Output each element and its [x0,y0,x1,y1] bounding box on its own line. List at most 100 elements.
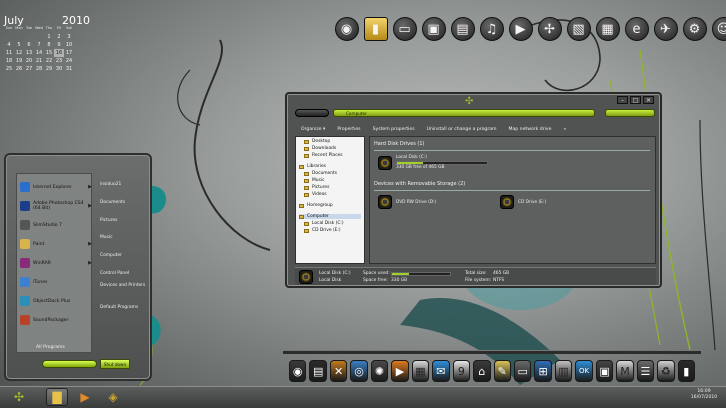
start-search-input[interactable] [42,360,97,368]
calendar-day[interactable]: 28 [34,65,44,73]
media-icon[interactable]: ▶ [391,360,409,382]
calendar-day[interactable]: 20 [24,57,34,65]
nav-item[interactable]: CD Drive (E:) [304,228,341,233]
toolbar-button[interactable]: System properties [373,127,415,132]
chart-icon[interactable]: ▥ [554,360,573,382]
start-menu-link[interactable]: insiduo21 [100,182,152,187]
nav-item[interactable]: Pictures [304,185,329,190]
start-menu-link[interactable]: Pictures [100,218,152,223]
computer-icon[interactable]: ▭ [391,14,418,44]
trash-icon[interactable]: ⌂ [473,360,491,382]
start-menu-link[interactable]: Default Programs [100,305,152,310]
calendar-day[interactable]: 21 [34,57,44,65]
contacts-icon[interactable]: ☺ [710,14,726,44]
nav-item[interactable]: Local Disk (C:) [304,221,344,226]
dvd-drive[interactable]: DVD RW Drive (D:) [378,195,436,209]
calculator-icon[interactable]: ▦ [594,14,621,44]
start-menu-link[interactable]: Music [100,235,152,240]
start-menu-program[interactable]: ObjectDock Plus [20,292,92,310]
start-menu-link[interactable]: Computer [100,253,152,258]
start-menu-program[interactable]: SoundPackager [20,311,92,329]
calendar-day[interactable]: 3 [64,33,74,41]
start-menu-link[interactable]: Documents [100,200,152,205]
documents-icon[interactable]: ▤ [449,14,476,44]
nav-item[interactable]: Documents [304,171,337,176]
start-menu-program[interactable]: Adobe Photoshop CS4 (64 Bit) ▶ [20,197,92,215]
start-menu-link[interactable]: Control Panel [100,271,152,276]
nav-item[interactable]: Recent Places [304,153,343,158]
shutdown-button[interactable]: Shut down [100,359,130,369]
taskbar-media-player-icon[interactable]: ▶ [74,388,96,406]
windows-icon[interactable]: ⊞ [534,360,552,382]
calendar-day[interactable]: 7 [34,41,44,49]
drive-icon[interactable]: ◉ [289,360,307,382]
calendar-day[interactable]: 29 [44,65,54,73]
system-clock[interactable]: 16:09 16/07/2010 [686,389,722,401]
calendar-day[interactable]: 1 [44,33,54,41]
tasks-icon[interactable]: ☰ [636,360,655,382]
network-icon[interactable]: ◎ [350,360,368,382]
calendar-day[interactable]: 16 [54,49,64,57]
paint-icon[interactable]: ✎ [493,360,511,382]
taskbar-explorer-icon[interactable]: ▇ [46,388,68,406]
start-menu-program[interactable]: Internet Explorer ▶ [20,178,92,196]
toolbar-button[interactable]: » [563,127,566,132]
calendar-day[interactable]: 10 [64,41,74,49]
hub-icon[interactable]: ✺ [370,360,389,382]
calendar-day[interactable]: 14 [34,49,44,57]
settings-icon[interactable]: ⚙ [681,14,708,44]
calendar-day[interactable]: 31 [64,65,74,73]
monitor-icon[interactable]: ▭ [513,360,532,382]
maximize-button[interactable]: □ [630,96,641,104]
calendar-day[interactable]: 12 [14,49,24,57]
start-menu-program[interactable]: WinRAR ▶ [20,254,92,272]
calendar-day[interactable]: 17 [64,49,74,57]
nav-item[interactable]: Music [304,178,325,183]
calendar-day[interactable]: 19 [14,57,24,65]
camera-folder-icon[interactable]: ▣ [420,14,447,44]
bird-icon[interactable]: ✈ [652,14,679,44]
calendar-day[interactable]: 11 [4,49,14,57]
start-menu-program[interactable]: SlimStudio 7 [20,216,92,234]
terminal-icon[interactable]: ▮ [677,360,696,382]
calendar-day[interactable]: 2 [54,33,64,41]
start-button[interactable]: ✣ [8,388,30,406]
nav-item[interactable]: Desktop [304,139,330,144]
search-input[interactable] [605,109,655,117]
calendar-day[interactable]: 6 [24,41,34,49]
toolbar-button[interactable]: Map network drive [509,127,552,132]
calendar-day[interactable]: 23 [54,57,64,65]
calendar-day[interactable]: 22 [44,57,54,65]
folder-icon[interactable]: ▮ [362,14,389,44]
minimize-button[interactable]: – [617,96,628,104]
recycle-icon[interactable]: ♻ [657,360,675,382]
tv-icon[interactable]: ▣ [595,360,614,382]
nav-item[interactable]: Computer [299,214,361,219]
ok-icon[interactable]: OK [575,360,593,382]
local-disk-drive[interactable]: Local Disk (C:) 330 GB free of 465 GB [378,155,488,170]
start-menu-link[interactable]: Devices and Printers [100,283,152,288]
video-icon[interactable]: ▶ [507,14,534,44]
film-icon[interactable]: ▤ [309,360,327,382]
mail-icon[interactable]: M [616,360,634,382]
address-bar[interactable]: Computer [333,109,595,117]
camera-icon[interactable]: ◉ [333,14,360,44]
picture-icon[interactable]: ▧ [565,14,592,44]
calendar-day[interactable]: 24 [64,57,74,65]
nav-item[interactable]: Videos [304,192,327,197]
calendar-day[interactable]: 30 [54,65,64,73]
nav-item[interactable]: Libraries [299,164,326,169]
nav-item[interactable]: Downloads [304,146,336,151]
calendar-day[interactable]: 15 [44,49,54,57]
calendar-day[interactable]: 4 [4,41,14,49]
calendar-day[interactable]: 18 [4,57,14,65]
back-forward-buttons[interactable] [295,109,329,117]
calendar-day[interactable]: 27 [24,65,34,73]
calendar-widget[interactable]: July 2010 Sun Mon Tue Wed Thu Fri Sat 12345678… [4,14,90,84]
cd-drive[interactable]: CD Drive (E:) [500,195,546,209]
calendar-icon[interactable]: 9 [452,360,471,382]
headphones-icon[interactable]: ♫ [478,14,505,44]
toolbar-button[interactable]: Uninstall or change a program [427,127,497,132]
calendar-day[interactable]: 26 [14,65,24,73]
calendar-day[interactable]: 9 [54,41,64,49]
